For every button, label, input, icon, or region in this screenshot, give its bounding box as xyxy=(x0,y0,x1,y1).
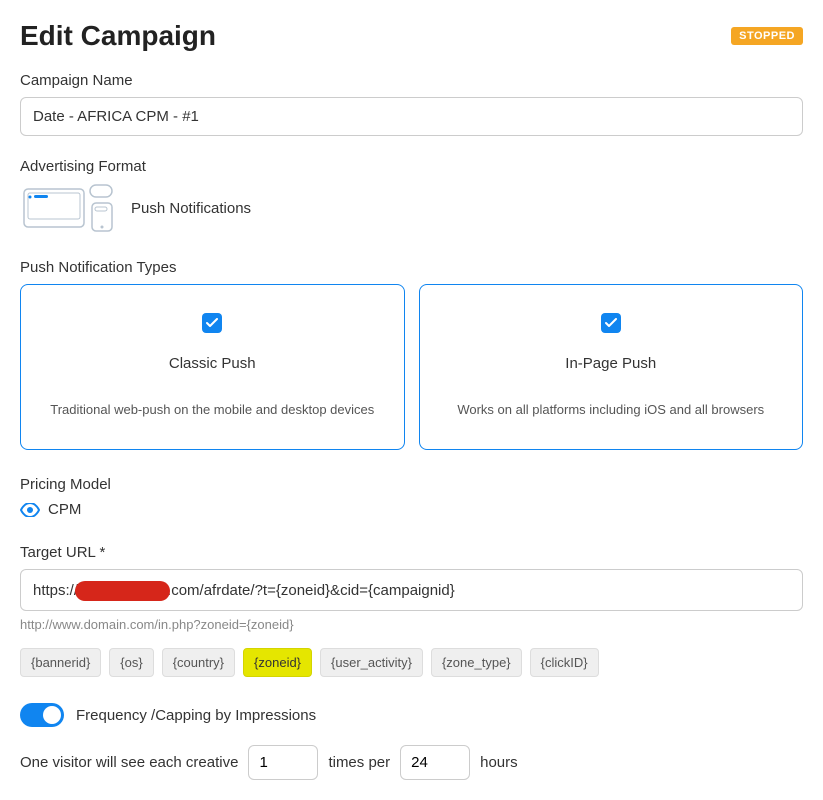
checkbox-checked-icon xyxy=(202,313,222,333)
push-types-label: Push Notification Types xyxy=(20,259,803,276)
macro-clickid[interactable]: {clickID} xyxy=(530,648,599,677)
target-url-hint: http://www.domain.com/in.php?zoneid={zon… xyxy=(20,617,803,632)
url-prefix: https:// xyxy=(33,582,78,599)
macro-user-activity[interactable]: {user_activity} xyxy=(320,648,423,677)
macro-bannerid[interactable]: {bannerid} xyxy=(20,648,101,677)
ad-format-label: Advertising Format xyxy=(20,158,803,175)
macro-zoneid[interactable]: {zoneid} xyxy=(243,648,312,677)
push-type-inpage[interactable]: In-Page Push Works on all platforms incl… xyxy=(419,284,804,450)
push-type-title: In-Page Push xyxy=(438,355,785,372)
frequency-toggle-label: Frequency /Capping by Impressions xyxy=(76,707,316,724)
toggle-knob xyxy=(43,706,61,724)
campaign-name-label: Campaign Name xyxy=(20,72,803,89)
macro-chips: {bannerid} {os} {country} {zoneid} {user… xyxy=(20,648,803,677)
push-type-desc: Traditional web-push on the mobile and d… xyxy=(39,402,386,417)
frequency-toggle[interactable] xyxy=(20,703,64,727)
eye-icon xyxy=(20,503,40,517)
macro-zone-type[interactable]: {zone_type} xyxy=(431,648,522,677)
url-rest: .com/afrdate/?t={zoneid}&cid={campaignid… xyxy=(167,582,455,599)
redacted-domain xyxy=(75,581,170,601)
target-url-label: Target URL * xyxy=(20,544,803,561)
push-type-classic[interactable]: Classic Push Traditional web-push on the… xyxy=(20,284,405,450)
frequency-hours-input[interactable] xyxy=(400,745,470,780)
macro-country[interactable]: {country} xyxy=(162,648,235,677)
pricing-value: CPM xyxy=(48,501,81,518)
devices-icon xyxy=(20,183,115,233)
freq-text-mid: times per xyxy=(328,754,390,771)
ad-format-value: Push Notifications xyxy=(131,200,251,217)
freq-text-after: hours xyxy=(480,754,518,771)
push-type-title: Classic Push xyxy=(39,355,386,372)
macro-os[interactable]: {os} xyxy=(109,648,153,677)
frequency-times-input[interactable] xyxy=(248,745,318,780)
page-title: Edit Campaign xyxy=(20,20,216,52)
campaign-name-input[interactable] xyxy=(20,97,803,136)
checkbox-checked-icon xyxy=(601,313,621,333)
push-type-desc: Works on all platforms including iOS and… xyxy=(438,402,785,417)
target-url-input[interactable]: https:// .com/afrdate/?t={zoneid}&cid={ca… xyxy=(20,569,803,611)
freq-text-before: One visitor will see each creative xyxy=(20,754,238,771)
status-badge: STOPPED xyxy=(731,27,803,45)
pricing-label: Pricing Model xyxy=(20,476,803,493)
